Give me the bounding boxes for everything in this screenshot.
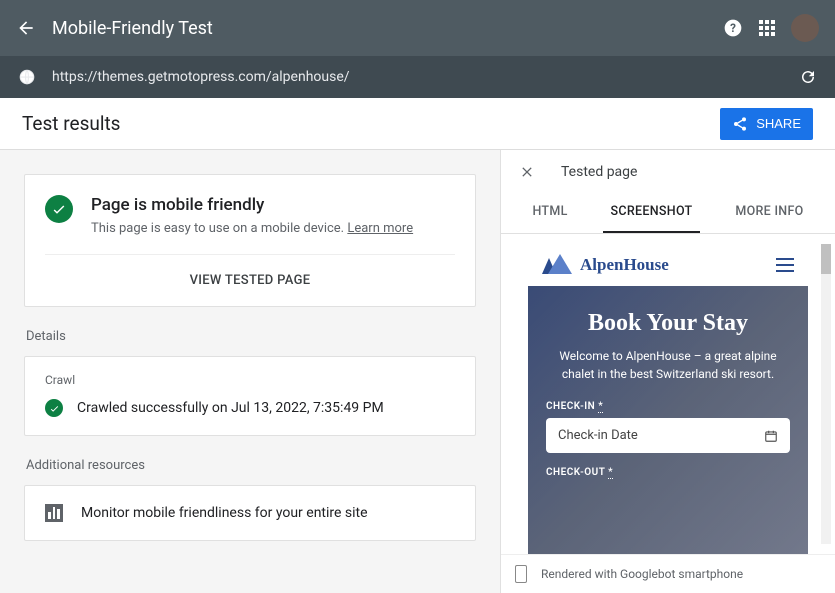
- monitor-text: Monitor mobile friendliness for your ent…: [81, 505, 368, 521]
- globe-icon: [18, 68, 36, 86]
- crawl-label: Crawl: [45, 373, 455, 387]
- hero-subtitle: Welcome to AlpenHouse – a great alpine c…: [546, 347, 790, 383]
- apps-icon[interactable]: [759, 20, 775, 36]
- mobile-preview: AlpenHouse Book Your Stay Welcome to Alp…: [528, 244, 808, 554]
- tested-page-panel: Tested page HTML SCREENSHOT MORE INFO Al…: [500, 150, 835, 593]
- checkout-label: CHECK-OUT *: [546, 467, 790, 478]
- monitor-card[interactable]: Monitor mobile friendliness for your ent…: [24, 485, 476, 541]
- checkin-label: CHECK-IN *: [546, 401, 790, 412]
- brand-name: AlpenHouse: [580, 255, 669, 275]
- check-circle-icon: [45, 195, 73, 223]
- smartphone-icon: [515, 565, 527, 583]
- app-title: Mobile-Friendly Test: [52, 18, 707, 39]
- checkin-input[interactable]: Check-in Date: [546, 418, 790, 453]
- url-bar: https://themes.getmotopress.com/alpenhou…: [0, 56, 835, 98]
- reload-icon[interactable]: [799, 68, 817, 86]
- app-header: Mobile-Friendly Test ?: [0, 0, 835, 56]
- status-title: Page is mobile friendly: [91, 195, 413, 215]
- logo-icon: [542, 254, 572, 276]
- close-icon[interactable]: [519, 164, 535, 180]
- status-card: Page is mobile friendly This page is eas…: [24, 174, 476, 307]
- avatar[interactable]: [791, 14, 819, 42]
- calendar-icon: [764, 429, 778, 443]
- crawl-card: Crawl Crawled successfully on Jul 13, 20…: [24, 356, 476, 436]
- hamburger-icon[interactable]: [776, 258, 794, 272]
- preview-header: AlpenHouse: [528, 244, 808, 286]
- url-text[interactable]: https://themes.getmotopress.com/alpenhou…: [52, 69, 783, 85]
- bar-chart-icon: [45, 504, 63, 522]
- check-small-icon: [45, 399, 63, 417]
- tab-more-info[interactable]: MORE INFO: [727, 194, 811, 233]
- results-column: Page is mobile friendly This page is eas…: [0, 150, 500, 593]
- hero-title: Book Your Stay: [546, 310, 790, 337]
- learn-more-link[interactable]: Learn more: [347, 221, 413, 236]
- rendered-with-text: Rendered with Googlebot smartphone: [541, 567, 743, 581]
- page-title: Test results: [22, 112, 121, 135]
- help-icon[interactable]: ?: [723, 18, 743, 38]
- preview-scrollbar[interactable]: [821, 244, 831, 544]
- additional-section-label: Additional resources: [26, 458, 476, 473]
- preview-area: AlpenHouse Book Your Stay Welcome to Alp…: [501, 234, 835, 554]
- share-label: SHARE: [756, 116, 801, 131]
- hero-section: Book Your Stay Welcome to AlpenHouse – a…: [528, 286, 808, 554]
- status-subtitle: This page is easy to use on a mobile dev…: [91, 221, 413, 236]
- share-icon: [732, 116, 748, 132]
- panel-title: Tested page: [561, 164, 637, 180]
- details-section-label: Details: [26, 329, 476, 344]
- share-button[interactable]: SHARE: [720, 108, 813, 140]
- panel-tabs: HTML SCREENSHOT MORE INFO: [501, 194, 835, 234]
- crawl-text: Crawled successfully on Jul 13, 2022, 7:…: [77, 400, 384, 416]
- view-tested-page-button[interactable]: VIEW TESTED PAGE: [45, 254, 455, 306]
- svg-text:?: ?: [730, 21, 736, 35]
- back-arrow-icon[interactable]: [16, 18, 36, 38]
- subheader: Test results SHARE: [0, 98, 835, 150]
- tab-html[interactable]: HTML: [524, 194, 575, 233]
- checkin-placeholder: Check-in Date: [558, 428, 638, 443]
- tab-screenshot[interactable]: SCREENSHOT: [603, 194, 701, 233]
- preview-footer: Rendered with Googlebot smartphone: [501, 554, 835, 593]
